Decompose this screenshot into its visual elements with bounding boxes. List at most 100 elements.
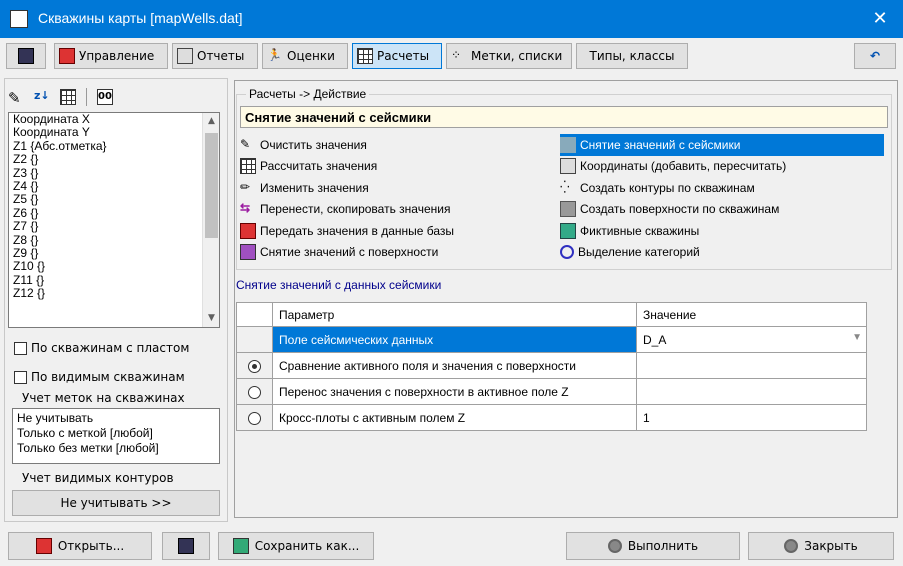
params-grid: Параметр Значение Поле сейсмических данн… xyxy=(236,302,867,431)
table-row[interactable]: Поле сейсмических данных D_A ▼ xyxy=(236,326,867,353)
toolbar: Управление Отчеты 🏃 Оценки Расчеты ⁘ Метки… xyxy=(0,38,903,74)
open-button[interactable]: Открыть... xyxy=(8,532,152,560)
scroll-down-icon[interactable]: ▼ xyxy=(203,310,219,327)
fields-list[interactable]: Координата X Координата Y Z1 {Абс.отметк… xyxy=(8,112,220,328)
table-icon xyxy=(357,48,373,64)
action-calculate[interactable]: Рассчитать значения xyxy=(240,156,560,178)
list-item[interactable]: Z5 {} xyxy=(9,192,219,206)
row-header xyxy=(236,326,273,353)
tab-calculations[interactable]: Расчеты xyxy=(352,43,442,69)
value-cell[interactable]: D_A ▼ xyxy=(636,326,867,353)
list-item[interactable]: Только с меткой [любой] xyxy=(17,426,215,441)
list-item[interactable]: Только без метки [любой] xyxy=(17,441,215,456)
list-item[interactable]: Z10 {} xyxy=(9,259,219,273)
action-categories[interactable]: Выделение категорий xyxy=(560,242,884,264)
table-row[interactable]: Кросс-плоты с активным полем Z 1 xyxy=(236,404,867,431)
list-scrollbar[interactable]: ▲ ▼ xyxy=(202,113,219,327)
list-item[interactable]: Z3 {} xyxy=(9,166,219,180)
list-item[interactable]: Z6 {} xyxy=(9,206,219,220)
fictive-well-icon xyxy=(560,222,576,239)
action-fictive-wells[interactable]: Фиктивные скважины xyxy=(560,220,884,242)
action-edit[interactable]: ✏ Изменить значения xyxy=(240,177,560,199)
management-icon xyxy=(59,48,75,64)
actions-list[interactable]: ✎ Очистить значения Рассчитать значения ✏… xyxy=(240,134,888,268)
close-window-button[interactable]: ✕ xyxy=(866,6,894,32)
list-item[interactable]: Z9 {} xyxy=(9,246,219,260)
table-row[interactable]: Сравнение активного поля и значения с по… xyxy=(236,352,867,379)
action-coordinates[interactable]: Координаты (добавить, пересчитать) xyxy=(560,156,884,178)
scroll-thumb[interactable] xyxy=(205,133,218,238)
dropdown-icon[interactable]: ▼ xyxy=(852,332,862,343)
contours-button[interactable]: Не учитывать >> xyxy=(12,490,220,516)
list-item[interactable]: Координата Y xyxy=(9,125,219,139)
radio[interactable] xyxy=(248,385,261,399)
list-item[interactable]: Не учитывать xyxy=(17,411,215,426)
row-radio[interactable] xyxy=(236,404,273,431)
param-cell[interactable]: Поле сейсмических данных xyxy=(272,326,637,353)
selected-action-field: Снятие значений с сейсмики xyxy=(240,106,888,128)
list-item[interactable]: Координата X xyxy=(9,113,219,126)
close-button[interactable]: Закрыть xyxy=(748,532,894,560)
marks-list[interactable]: Не учитывать Только с меткой [любой] Тол… xyxy=(12,408,220,464)
param-cell[interactable]: Кросс-плоты с активным полем Z xyxy=(272,404,637,431)
tab-management[interactable]: Управление xyxy=(54,43,168,69)
list-item[interactable]: Z12 {} xyxy=(9,286,219,300)
action-from-seismic[interactable]: Снятие значений с сейсмики xyxy=(560,134,884,156)
action-create-contours[interactable]: ⁛ Создать контуры по скважинам xyxy=(560,177,884,199)
action-transfer-db[interactable]: Передать значения в данные базы xyxy=(240,220,560,242)
save-as-button[interactable]: Сохранить как... xyxy=(218,532,374,560)
checkbox-with-layer[interactable]: По скважинам с пластом xyxy=(14,341,189,355)
bottom-bar: Открыть... Сохранить как... Выполнить За… xyxy=(0,526,903,566)
brush-icon: ✎ xyxy=(240,136,251,151)
radio[interactable] xyxy=(248,411,261,425)
list-item[interactable]: Z7 {} xyxy=(9,219,219,233)
action-move-copy[interactable]: ⇆ Перенести, скопировать значения xyxy=(240,199,560,221)
value-cell[interactable] xyxy=(636,352,867,379)
value-cell[interactable]: 1 xyxy=(636,404,867,431)
coordinates-icon xyxy=(560,158,576,175)
list-item[interactable]: Z1 {Абс.отметка} xyxy=(9,139,219,153)
params-subtitle: Снятие значений с данных сейсмики xyxy=(236,278,442,292)
list-item[interactable]: Z11 {} xyxy=(9,273,219,287)
list-item[interactable]: Z4 {} xyxy=(9,179,219,193)
menu-button[interactable] xyxy=(6,43,46,69)
contours-label: Учет видимых контуров xyxy=(22,471,174,485)
param-cell[interactable]: Сравнение активного поля и значения с по… xyxy=(272,352,637,379)
tab-types-classes[interactable]: Типы, классы xyxy=(576,43,688,69)
reports-icon xyxy=(177,48,193,64)
row-radio[interactable] xyxy=(236,352,273,379)
list-item[interactable]: Z2 {} xyxy=(9,152,219,166)
sort-az-icon[interactable]: z↓ xyxy=(34,89,50,105)
action-clear[interactable]: ✎ Очистить значения xyxy=(240,134,560,156)
counter-icon[interactable]: 00 xyxy=(97,89,113,105)
surface-icon xyxy=(240,244,256,261)
tab-reports[interactable]: Отчеты xyxy=(172,43,258,69)
radio-selected[interactable] xyxy=(248,359,261,373)
undo-icon: ↶ xyxy=(869,49,881,63)
header-param: Параметр xyxy=(272,302,637,327)
table-icon[interactable] xyxy=(60,89,76,105)
scatter-icon: ⁛ xyxy=(560,179,570,194)
param-cell[interactable]: Перенос значения с поверхности в активно… xyxy=(272,378,637,405)
value-cell[interactable] xyxy=(636,378,867,405)
dots-icon: ⁘ xyxy=(451,48,462,62)
checkbox-box[interactable] xyxy=(14,341,27,355)
action-create-surfaces[interactable]: Создать поверхности по скважинам xyxy=(560,199,884,221)
checkbox-visible-wells[interactable]: По видимым скважинам xyxy=(14,370,185,384)
play-icon xyxy=(607,539,622,553)
scroll-up-icon[interactable]: ▲ xyxy=(203,113,219,130)
database-icon xyxy=(240,222,256,239)
checkbox-box[interactable] xyxy=(14,370,27,384)
row-radio[interactable] xyxy=(236,378,273,405)
undo-button[interactable]: ↶ xyxy=(854,43,896,69)
run-button[interactable]: Выполнить xyxy=(566,532,740,560)
action-from-surface[interactable]: Снятие значений с поверхности xyxy=(240,242,560,264)
table-row[interactable]: Перенос значения с поверхности в активно… xyxy=(236,378,867,405)
arrows-icon: ⇆ xyxy=(240,201,251,216)
list-item[interactable]: Z8 {} xyxy=(9,233,219,247)
tab-marks-lists[interactable]: ⁘ Метки, списки xyxy=(446,43,572,69)
tab-estimates[interactable]: 🏃 Оценки xyxy=(262,43,348,69)
brush-icon[interactable]: ✎ xyxy=(8,89,24,107)
grid-corner xyxy=(236,302,273,327)
save-button[interactable] xyxy=(162,532,210,560)
